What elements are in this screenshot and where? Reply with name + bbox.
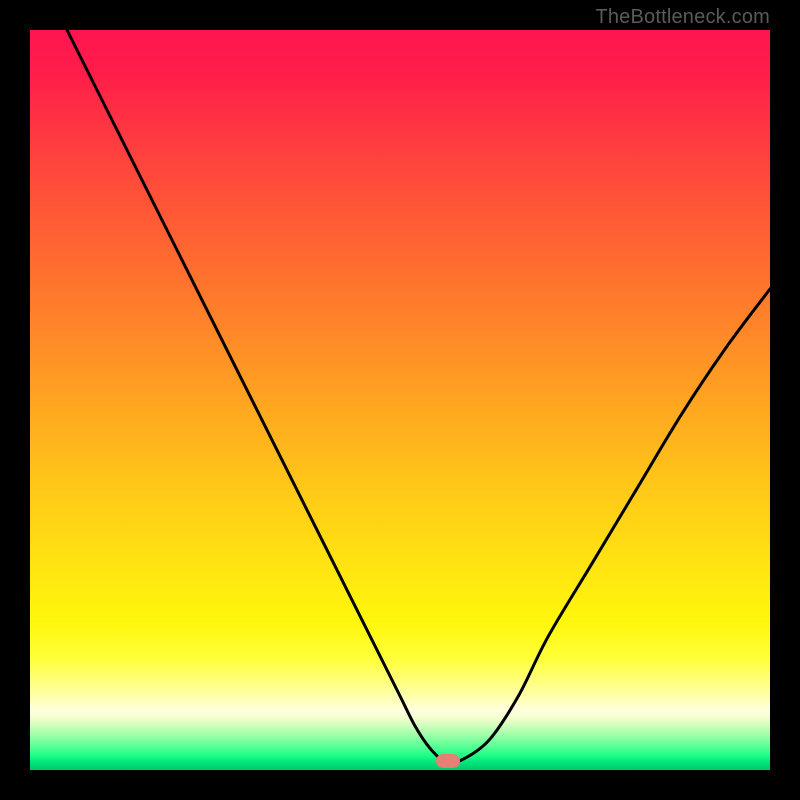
- chart-frame: TheBottleneck.com: [0, 0, 800, 800]
- bottleneck-curve: [30, 30, 770, 770]
- optimal-marker: [436, 754, 460, 768]
- plot-area: [30, 30, 770, 770]
- watermark-text: TheBottleneck.com: [595, 6, 770, 29]
